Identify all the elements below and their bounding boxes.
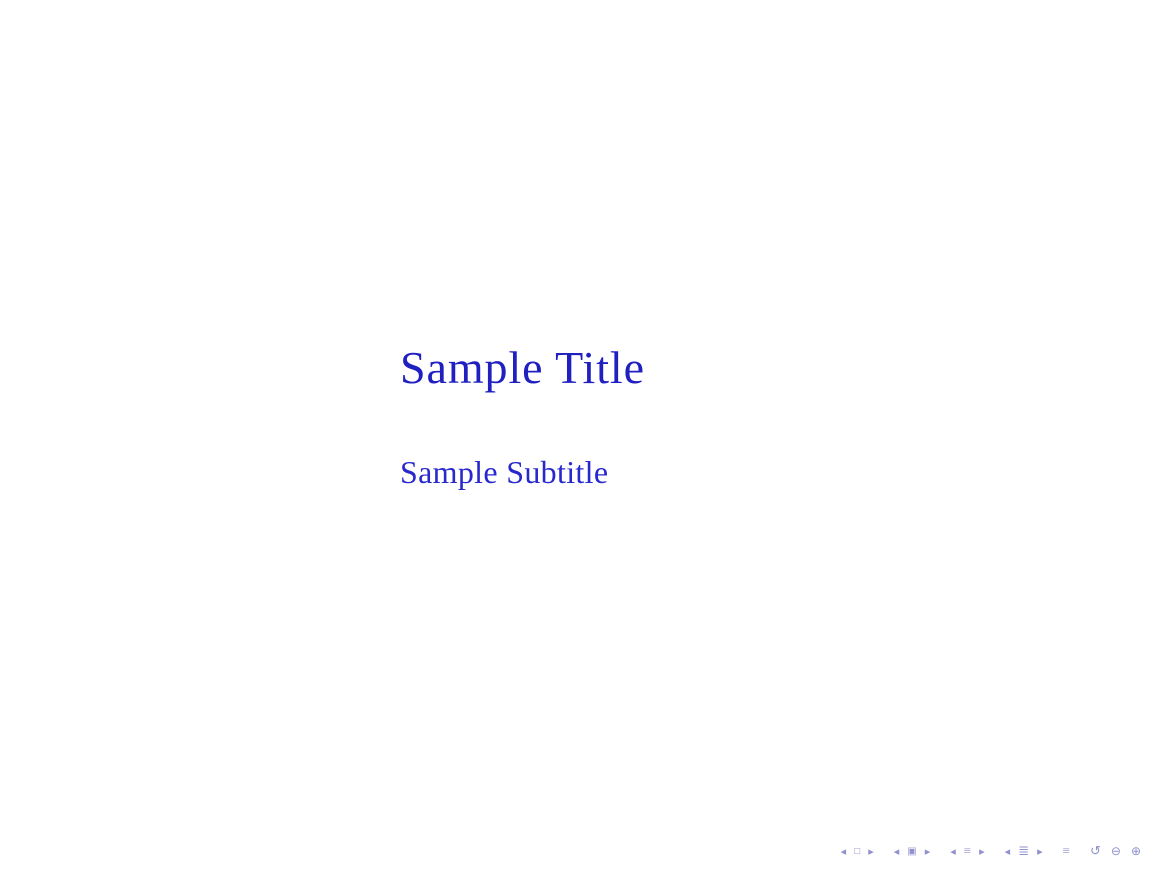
frame-nav-group [891,843,934,860]
zoom-in-button[interactable] [1128,842,1144,861]
slide-container: Sample Title Sample Subtitle [0,0,1164,871]
list-nav-group [947,841,987,861]
nav-next-button[interactable] [865,843,877,860]
frame-rect-button[interactable] [904,844,919,859]
list-prev-button[interactable] [947,843,959,860]
frame-next-button[interactable] [922,843,934,860]
nav-prev-button[interactable] [838,843,850,860]
slide-subtitle: Sample Subtitle [400,454,608,491]
bottom-toolbar [0,831,1164,871]
slide-content: Sample Title Sample Subtitle [0,0,1164,831]
page-nav-group [838,843,877,860]
frame-prev-button[interactable] [891,843,903,860]
slide-title: Sample Title [400,341,645,394]
align-button[interactable] [1060,841,1073,861]
undo-button[interactable] [1087,841,1104,861]
list2-nav-group [1002,841,1046,861]
nav-rect-button[interactable] [851,844,863,859]
list2-icon-button[interactable] [1015,841,1032,861]
list-icon-button[interactable] [961,841,974,861]
list-next-button[interactable] [976,843,988,860]
zoom-out-button[interactable] [1108,842,1124,861]
list2-prev-button[interactable] [1002,843,1014,860]
list2-next-button[interactable] [1034,843,1046,860]
